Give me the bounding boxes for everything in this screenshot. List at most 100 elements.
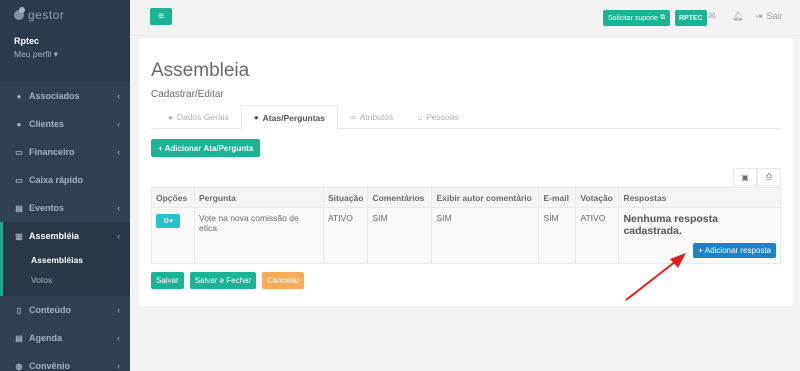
users-icon: ●	[16, 119, 22, 129]
sidebar: gestor Rptec Meu perfil ▾ ● Associados ‹…	[0, 0, 130, 371]
exibir-autor-cell: SIM	[431, 207, 540, 264]
page-subtitle: Cadastrar/Editar	[151, 89, 224, 100]
sidebar-item-agenda[interactable]: ▤ Agenda ‹	[0, 324, 130, 352]
table-toolbar: ▣ ⎙	[733, 168, 781, 186]
save-and-close-button[interactable]: Salvar e Fechar	[189, 272, 257, 289]
sidebar-item-label: Financeiro	[29, 147, 75, 157]
comentarios-cell: SIM	[367, 207, 433, 264]
question-icon: ●	[253, 113, 259, 122]
sidebar-item-label: Assembléia	[29, 231, 80, 241]
external-link-icon: ⧉	[660, 14, 666, 21]
export-excel-button[interactable]: ▣	[733, 168, 757, 186]
chevron-left-icon: ‹	[117, 91, 120, 101]
logout-label: Sair	[766, 11, 783, 21]
user-icon: ●	[168, 112, 173, 122]
add-response-button[interactable]: + Adicionar resposta	[693, 243, 776, 258]
column-header[interactable]: Respostas	[618, 187, 781, 208]
print-icon: ⎙	[765, 172, 773, 181]
column-header[interactable]: Pergunta	[194, 187, 324, 208]
bell-icon[interactable]: 🔔︎	[732, 11, 743, 22]
sidebar-item-associados[interactable]: ● Associados ‹	[0, 82, 130, 110]
sidebar-item-label: Associados	[29, 91, 80, 101]
tab-label: Atas/Perguntas	[262, 112, 326, 123]
sidebar-item-clientes[interactable]: ● Clientes ‹	[0, 110, 130, 138]
tab-label: Dados Gerais	[176, 112, 229, 122]
column-header[interactable]: Opções	[151, 187, 195, 208]
content-panel: Assembleia Cadastrar/Editar ● Dados Gera…	[139, 38, 793, 306]
chevron-left-icon: ‹	[117, 203, 120, 213]
chevron-left-icon: ‹	[117, 333, 120, 343]
sidebar-item-convenio[interactable]: ◍ Convênio ‹	[0, 352, 130, 371]
cash-icon: ▭	[15, 175, 23, 185]
sidebar-item-label: Conteúdo	[29, 305, 71, 315]
sidebar-item-label: Clientes	[29, 119, 65, 129]
email-cell: SIM	[538, 207, 577, 264]
logo: gestor	[14, 7, 116, 22]
column-header[interactable]: Situação	[322, 187, 369, 208]
logo-text: gestor	[28, 8, 65, 22]
file-icon: ▯	[16, 305, 22, 315]
column-header[interactable]: Comentários	[367, 187, 433, 208]
tab-atas-perguntas[interactable]: ● Atas/Perguntas	[240, 105, 339, 130]
tab-dados-gerais[interactable]: ● Dados Gerais	[156, 105, 241, 129]
user-name: Rptec	[14, 36, 40, 46]
chevron-left-icon: ‹	[117, 147, 120, 157]
calendar-icon: ▤	[15, 203, 23, 213]
empty-responses-text: Nenhuma resposta cadastrada.	[623, 213, 718, 237]
sidebar-item-conteudo[interactable]: ▯ Conteúdo ‹	[0, 296, 130, 324]
chevron-left-icon: ‹	[117, 119, 120, 129]
logout-link[interactable]: ⇥ Sair	[755, 11, 783, 22]
form-actions: Salvar Salvar e Fechar Cancelar	[151, 272, 305, 289]
sidebar-item-label: Convênio	[29, 361, 71, 371]
sidebar-header: gestor Rptec Meu perfil ▾	[0, 0, 130, 82]
sidebar-item-eventos[interactable]: ▤ Eventos ‹	[0, 194, 130, 222]
menu-toggle-button[interactable]: ≡	[150, 8, 172, 25]
tab-pessoas[interactable]: ⌂ Pessoas	[405, 105, 470, 129]
sidebar-subitem-votos[interactable]: Votos	[3, 270, 130, 290]
gear-icon: ⚙▾	[163, 218, 173, 225]
table-row: ⚙▾ Vote na nova comissão de etica ATIVO …	[151, 207, 781, 264]
row-options-button[interactable]: ⚙▾	[156, 214, 180, 228]
globe-icon: ◍	[15, 361, 23, 371]
chevron-left-icon: ‹	[117, 231, 120, 241]
money-icon: ▭	[15, 147, 23, 157]
add-ata-pergunta-button[interactable]: + Adicionar Ata/Pergunta	[151, 139, 261, 157]
column-header[interactable]: E-mail	[538, 187, 577, 208]
profile-menu-link[interactable]: Meu perfil ▾	[14, 49, 116, 60]
situacao-cell: ATIVO	[322, 207, 369, 264]
cancel-button[interactable]: Cancelar	[262, 272, 305, 289]
envelope-icon[interactable]: ✉	[708, 11, 716, 22]
tab-atributos[interactable]: ∞ Atributos	[338, 105, 405, 129]
sidebar-item-label: Caixa rápido	[29, 175, 84, 185]
sidebar-item-caixa-rapido[interactable]: ▭ Caixa rápido	[0, 166, 130, 194]
sidebar-submenu-assembleia: Assembléias Votos	[0, 250, 130, 296]
logo-icon	[14, 7, 25, 20]
home-icon: ⌂	[417, 112, 423, 122]
tab-bar: ● Dados Gerais ● Atas/Perguntas ∞ Atribu…	[151, 105, 781, 130]
users-icon: ●	[16, 91, 22, 101]
tab-label: Atributos	[359, 112, 394, 122]
sidebar-subitem-assembleias[interactable]: Assembléias	[3, 250, 130, 270]
sidebar-item-financeiro[interactable]: ▭ Financeiro ‹	[0, 138, 130, 166]
support-button[interactable]: Solicitar suporte ⧉	[603, 10, 671, 26]
sidebar-item-label: Agenda	[29, 333, 63, 343]
chevron-left-icon: ‹	[117, 361, 120, 371]
print-button[interactable]: ⎙	[757, 168, 781, 186]
sidebar-item-assembleia[interactable]: ▥ Assembléia ‹	[0, 222, 130, 250]
pergunta-cell: Vote na nova comissão de etica	[194, 207, 324, 264]
table-header-row: Opções Pergunta Situação Comentários Exi…	[151, 187, 781, 208]
votacao-cell: ATIVO	[575, 207, 620, 264]
respostas-cell: Nenhuma resposta cadastrada. + Adicionar…	[618, 207, 781, 264]
save-button[interactable]: Salvar	[151, 272, 184, 289]
column-header[interactable]: Votação	[575, 187, 620, 208]
book-icon: ▥	[15, 231, 23, 241]
options-cell: ⚙▾	[151, 207, 195, 264]
link-icon: ∞	[350, 112, 356, 122]
column-header[interactable]: Exibir autor comentário	[431, 187, 540, 208]
hamburger-icon: ≡	[158, 11, 164, 22]
account-button[interactable]: RPTEC	[675, 10, 707, 26]
tab-label: Pessoas	[426, 112, 459, 122]
calendar-icon: ▤	[15, 333, 23, 343]
file-excel-icon: ▣	[741, 172, 749, 182]
perguntas-table: Opções Pergunta Situação Comentários Exi…	[151, 187, 781, 264]
